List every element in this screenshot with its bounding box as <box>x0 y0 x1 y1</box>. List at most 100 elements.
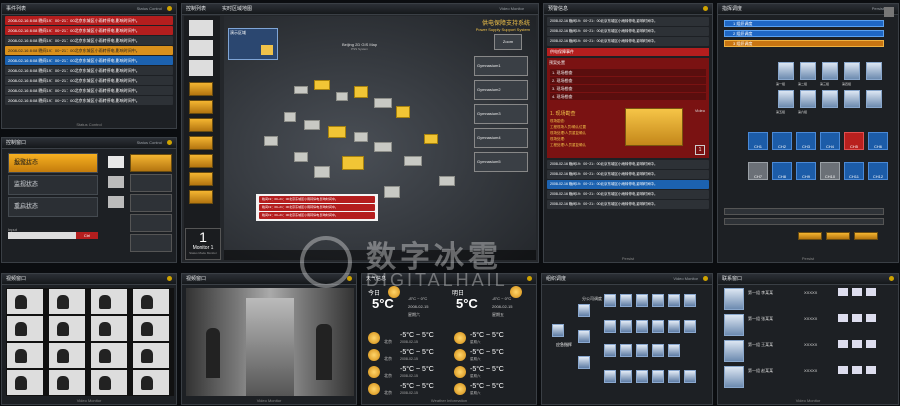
venue-item[interactable]: Gymnasium1 <box>474 56 528 76</box>
camera-cell[interactable] <box>48 315 86 342</box>
group-bar-collapsed[interactable] <box>724 218 884 225</box>
alarm-row[interactable]: 2008-02-16 8:08 晚间19：00~21：00北京东城区小雨转停电,… <box>5 46 173 55</box>
org-member-avatar[interactable] <box>578 304 590 317</box>
tool-button-3[interactable] <box>189 118 213 132</box>
camera-grid[interactable] <box>6 288 174 396</box>
org-member-avatar[interactable] <box>652 344 664 357</box>
plan-item[interactable]: 1. 现场勘查 <box>550 69 706 76</box>
video-feed[interactable] <box>186 288 354 396</box>
contact-icon[interactable] <box>852 340 862 348</box>
control-button-5[interactable] <box>130 234 172 252</box>
org-member-avatar[interactable] <box>652 370 664 383</box>
camera-cell[interactable] <box>132 369 170 396</box>
input-field[interactable]: Ctrl <box>8 232 98 239</box>
org-member-avatar[interactable] <box>620 294 632 307</box>
contact-icon[interactable] <box>838 314 848 322</box>
org-member-avatar[interactable] <box>668 344 680 357</box>
alarm-row[interactable]: 2008-02-16 8:08 晚间19：00~21：00北京东城区小雨转停电,… <box>5 56 173 65</box>
action-button-1[interactable] <box>798 232 822 240</box>
alarm-row[interactable]: 2008-02-16 8:08 晚间19：00~21：00北京东城区小雨转停电,… <box>5 36 173 45</box>
camera-cell[interactable] <box>6 342 44 369</box>
camera-cell[interactable] <box>6 288 44 315</box>
camera-cell[interactable] <box>90 315 128 342</box>
group-bar[interactable]: 1 组织调度 <box>724 20 884 27</box>
action-button-2[interactable] <box>826 232 850 240</box>
alarm-row[interactable]: 2008-02-16 8:08 晚间19：00~21：00北京东城区小雨转停电,… <box>5 76 173 85</box>
camera-cell[interactable] <box>48 288 86 315</box>
alert-row[interactable]: 2008-02-16 晚间19：00~21：00北京东城区小雨转停电,影响时间中… <box>547 170 709 179</box>
camera-cell[interactable] <box>90 369 128 396</box>
org-member-avatar[interactable] <box>604 320 616 333</box>
org-member-avatar[interactable] <box>668 320 680 333</box>
tool-button-1[interactable] <box>189 82 213 96</box>
contact-avatar[interactable] <box>724 340 744 362</box>
org-member-avatar[interactable] <box>636 370 648 383</box>
contact-icon[interactable] <box>866 366 876 374</box>
close-icon[interactable] <box>884 7 894 17</box>
camera-cell[interactable] <box>90 342 128 369</box>
tool-button-4[interactable] <box>189 136 213 150</box>
search-tool-icon[interactable] <box>189 60 213 76</box>
org-member-avatar[interactable] <box>552 324 564 337</box>
alert-row[interactable]: 2008-02-16 晚间19：00~21：00北京东城区小雨转停电,影响时间中… <box>547 17 709 26</box>
alarm-row[interactable]: 2008-02-16 8:08 晚间19：00~21：00北京东城区小雨转停电,… <box>5 66 173 75</box>
alert-row[interactable]: 2008-02-16 晚间19：00~21：00北京东城区小雨转停电,影响时间中… <box>547 27 709 36</box>
ticker-item[interactable]: 晚间19：00~21：00北京东城区小雨转停电,影响时间中。 <box>259 212 375 219</box>
org-member-avatar[interactable] <box>652 294 664 307</box>
camera-cell[interactable] <box>48 342 86 369</box>
org-member-avatar[interactable] <box>604 344 616 357</box>
device-tile[interactable]: CH3 <box>796 132 816 150</box>
ticker-item[interactable]: 晚间19：00~21：00北京东城区小雨转停电,影响时间中。 <box>259 196 375 203</box>
device-tile[interactable]: CH10 <box>820 162 840 180</box>
org-member-avatar[interactable] <box>668 370 680 383</box>
camera-cell[interactable] <box>90 288 128 315</box>
venue-item[interactable]: Gymnasium3 <box>474 104 528 124</box>
event-title[interactable]: 供电保障事件 <box>547 48 709 56</box>
staff-avatar[interactable] <box>778 62 794 80</box>
alert-row[interactable]: 2008-02-16 晚间19：00~21：00北京东城区小雨转停电,影响时间中… <box>547 37 709 46</box>
org-member-avatar[interactable] <box>578 356 590 369</box>
org-member-avatar[interactable] <box>604 294 616 307</box>
camera-cell[interactable] <box>132 288 170 315</box>
org-member-avatar[interactable] <box>604 370 616 383</box>
contact-icon[interactable] <box>866 314 876 322</box>
org-member-avatar[interactable] <box>578 330 590 343</box>
contact-icon[interactable] <box>852 314 862 322</box>
org-member-avatar[interactable] <box>620 320 632 333</box>
alarm-row[interactable]: 2008-02-16 8:08 晚间19：00~21：00北京东城区小雨转停电,… <box>5 16 173 25</box>
device-tile[interactable]: CH12 <box>868 162 888 180</box>
device-tile[interactable]: CH8 <box>772 162 792 180</box>
staff-avatar[interactable] <box>844 62 860 80</box>
tool-button-6[interactable] <box>189 172 213 186</box>
venue-item[interactable]: Gymnasium5 <box>474 152 528 172</box>
org-member-avatar[interactable] <box>620 370 632 383</box>
contact-icon[interactable] <box>838 366 848 374</box>
highlighted-building[interactable] <box>342 156 364 170</box>
org-member-avatar[interactable] <box>636 344 648 357</box>
plan-item[interactable]: 3. 现场勘查 <box>550 85 706 92</box>
contact-avatar[interactable] <box>724 288 744 310</box>
tool-button-5[interactable] <box>189 154 213 168</box>
camera-cell[interactable] <box>6 315 44 342</box>
staff-avatar[interactable] <box>822 90 838 108</box>
control-button-3[interactable] <box>130 194 172 212</box>
alert-row[interactable]: 2008-02-16 晚间19：00~21：00北京东城区小雨转停电,影响时间中… <box>547 190 709 199</box>
ticker-item[interactable]: 晚间19：00~21：00北京东城区小雨转停电,影响时间中。 <box>259 204 375 211</box>
map-toolbar[interactable] <box>224 250 536 260</box>
org-member-avatar[interactable] <box>668 294 680 307</box>
org-member-avatar[interactable] <box>684 320 696 333</box>
highlighted-building[interactable] <box>314 80 330 90</box>
tool-button-7[interactable] <box>189 190 213 204</box>
device-tile[interactable]: CH11 <box>844 162 864 180</box>
staff-avatar[interactable] <box>866 62 882 80</box>
alarm-row[interactable]: 2008-02-16 8:08 晚间19：00~21：00北京东城区小雨转停电,… <box>5 26 173 35</box>
control-button-4[interactable] <box>130 214 172 232</box>
contact-icon[interactable] <box>866 340 876 348</box>
highlighted-building[interactable] <box>424 134 438 144</box>
org-member-avatar[interactable] <box>620 344 632 357</box>
group-bar-collapsed[interactable] <box>724 208 884 215</box>
contact-icon[interactable] <box>838 340 848 348</box>
plan-item[interactable]: 2. 现场勘查 <box>550 77 706 84</box>
org-member-avatar[interactable] <box>652 320 664 333</box>
camera-cell[interactable] <box>48 369 86 396</box>
